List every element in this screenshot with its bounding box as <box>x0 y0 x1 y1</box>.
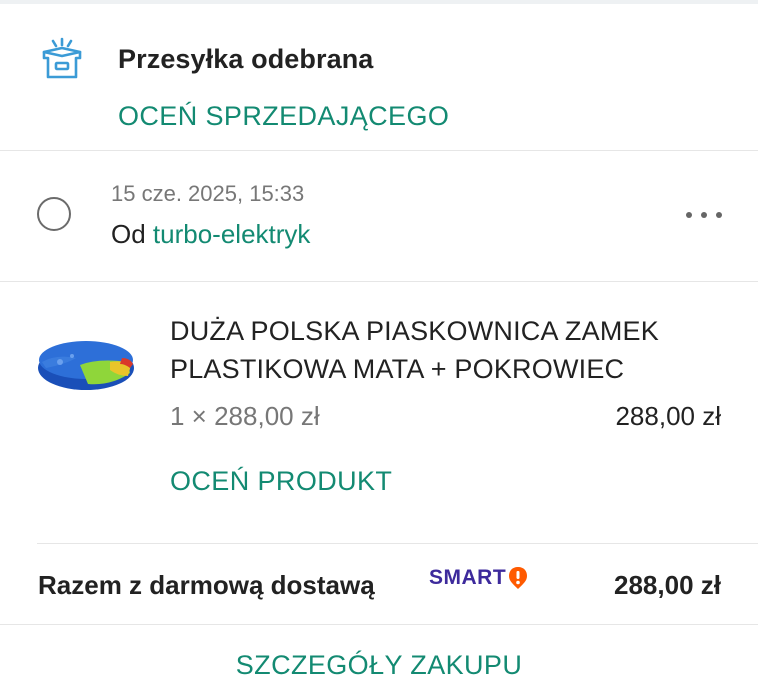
smart-label: SMART <box>429 566 507 589</box>
total-price: 288,00 zł <box>614 570 721 600</box>
product-title[interactable]: DUŻA POLSKA PIASKOWNICA ZAMEK PLASTIKOWA… <box>170 312 730 388</box>
seller-line: Od turbo-elektryk <box>111 219 310 250</box>
rate-seller-button[interactable]: OCEŃ SPRZEDAJĄCEGO <box>118 101 449 132</box>
line-total: 288,00 zł <box>615 401 721 431</box>
quantity-price: 1 × 288,00 zł <box>170 401 320 431</box>
divider <box>0 150 758 151</box>
seller-link[interactable]: turbo-elektryk <box>153 219 311 249</box>
divider <box>37 543 758 544</box>
more-dot-icon <box>716 212 722 218</box>
smart-badge: SMART <box>429 565 529 591</box>
total-label: Razem z darmową dostawą <box>38 570 375 600</box>
purchase-details-label: SZCZEGÓŁY ZAKUPU <box>235 650 523 680</box>
divider <box>0 624 758 625</box>
top-strip <box>0 0 758 4</box>
seller-prefix: Od <box>111 219 146 249</box>
shipment-status-title: Przesyłka odebrana <box>118 44 374 74</box>
more-dot-icon <box>686 212 692 218</box>
purchase-details-button[interactable]: SZCZEGÓŁY ZAKUPU <box>0 650 758 681</box>
product-thumbnail[interactable] <box>36 318 136 398</box>
order-date: 15 cze. 2025, 15:33 <box>111 181 305 206</box>
order-select-radio[interactable] <box>37 197 71 231</box>
divider <box>0 281 758 282</box>
smart-exclamation-icon <box>509 567 528 589</box>
more-options-button[interactable] <box>686 203 722 227</box>
package-open-icon <box>42 37 82 79</box>
more-dot-icon <box>701 212 707 218</box>
rate-product-button[interactable]: OCEŃ PRODUKT <box>170 466 392 497</box>
